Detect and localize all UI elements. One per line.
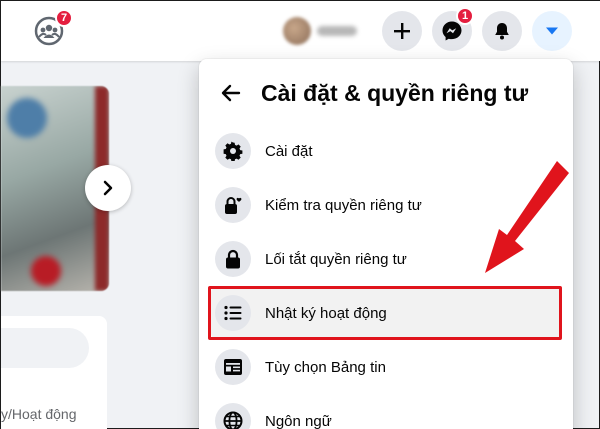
messenger-button[interactable]: 1 xyxy=(432,7,475,51)
lock-icon xyxy=(226,249,240,269)
menu-item-label: Tùy chọn Bảng tin xyxy=(265,358,386,376)
composer-input[interactable] xyxy=(1,328,89,368)
avatar xyxy=(283,17,311,45)
gear-icon xyxy=(223,141,243,161)
notifications-button[interactable] xyxy=(482,11,522,51)
globe-icon xyxy=(223,411,243,429)
profile-name-blurred xyxy=(317,26,357,36)
arrow-left-icon xyxy=(221,84,241,102)
lock-heart-icon xyxy=(225,197,242,214)
bell-icon xyxy=(495,23,509,40)
menu-item-feed-preferences[interactable]: Tùy chọn Bảng tin xyxy=(211,341,561,393)
menu-title: Cài đặt & quyền riêng tư xyxy=(261,79,529,106)
annotation-arrow-icon xyxy=(485,161,569,273)
menu-header: Cài đặt & quyền riêng tư xyxy=(213,75,528,111)
caret-down-icon xyxy=(546,27,558,35)
plus-icon xyxy=(394,23,410,39)
profile-chip[interactable] xyxy=(283,15,369,47)
annotation-highlight-box xyxy=(208,286,562,340)
groups-button[interactable]: 7 xyxy=(29,9,74,51)
menu-item-label: Kiểm tra quyền riêng tư xyxy=(265,196,422,214)
account-menu-button[interactable] xyxy=(532,11,572,51)
composer-partial-label: y/Hoạt động xyxy=(1,406,77,422)
menu-item-label: Cài đặt xyxy=(265,142,313,160)
top-navigation-bar: 7 1 xyxy=(1,1,600,61)
stories-next-button[interactable] xyxy=(85,165,131,211)
menu-item-language[interactable]: Ngôn ngữ xyxy=(211,395,561,429)
back-button[interactable] xyxy=(213,75,249,111)
menu-item-label: Lối tắt quyền riêng tư xyxy=(265,250,407,268)
create-button[interactable] xyxy=(382,11,422,51)
messenger-badge: 1 xyxy=(456,7,475,25)
chevron-right-icon xyxy=(103,180,113,196)
groups-badge: 7 xyxy=(55,9,74,27)
menu-item-label: Ngôn ngữ xyxy=(265,412,332,429)
feed-icon xyxy=(224,359,242,375)
left-composer-panel: y/Hoạt động xyxy=(1,316,107,429)
